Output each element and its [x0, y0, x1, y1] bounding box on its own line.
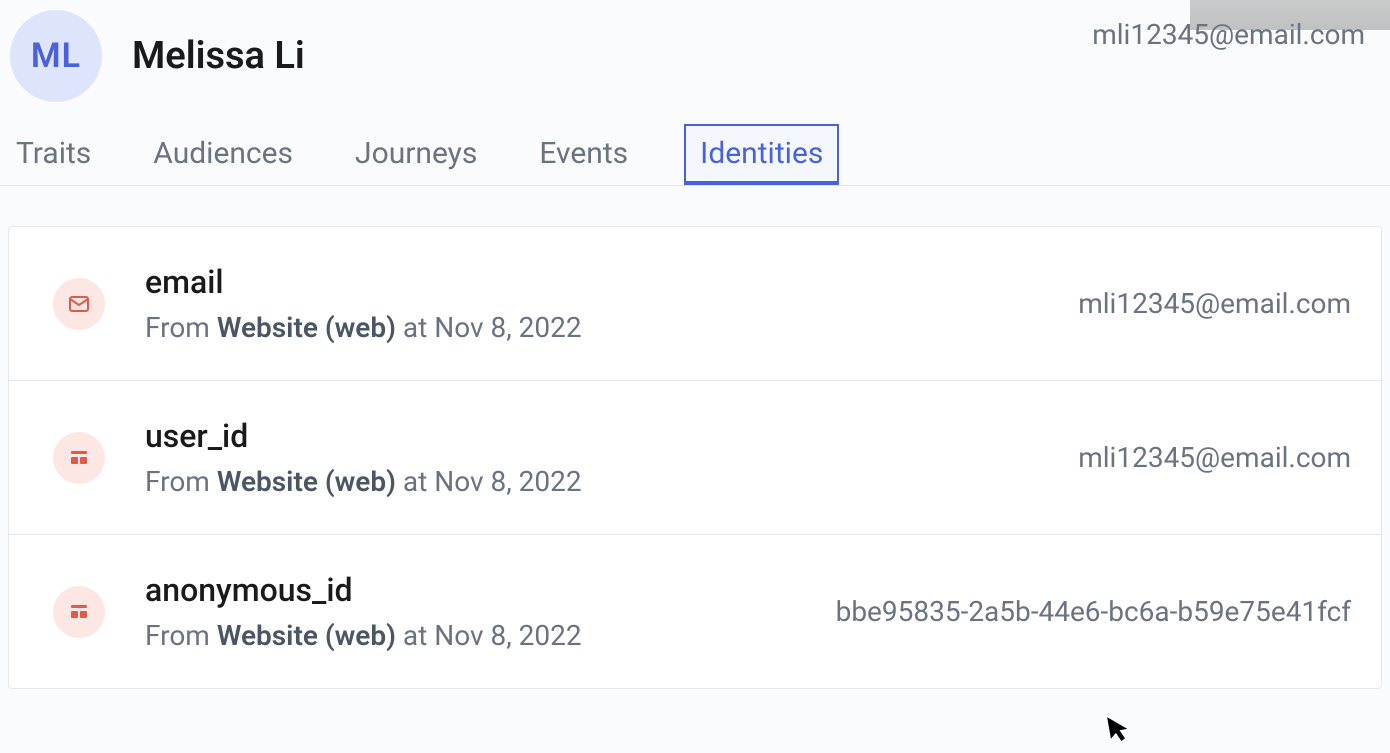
- identity-source-prefix: From: [145, 465, 217, 498]
- tab-journeys[interactable]: Journeys: [349, 122, 483, 185]
- tab-audiences[interactable]: Audiences: [147, 122, 299, 185]
- email-icon: [53, 278, 105, 330]
- cursor-icon: [1107, 713, 1135, 752]
- identity-source-suffix: at Nov 8, 2022: [396, 311, 582, 344]
- identity-row-email[interactable]: email From Website (web) at Nov 8, 2022 …: [9, 227, 1381, 381]
- identity-source-name: Website (web): [217, 465, 396, 498]
- avatar: ML: [10, 10, 102, 102]
- identity-value: mli12345@email.com: [1078, 287, 1351, 320]
- identity-title: user_id: [145, 417, 1078, 455]
- identity-source-suffix: at Nov 8, 2022: [396, 619, 582, 652]
- identity-source-name: Website (web): [217, 311, 396, 344]
- profile-email: mli12345@email.com: [1092, 18, 1365, 51]
- tab-traits[interactable]: Traits: [10, 122, 97, 185]
- identity-source-name: Website (web): [217, 619, 396, 652]
- identity-value: mli12345@email.com: [1078, 441, 1351, 474]
- identity-source-prefix: From: [145, 311, 217, 344]
- identity-main: user_id From Website (web) at Nov 8, 202…: [145, 417, 1078, 498]
- identity-main: anonymous_id From Website (web) at Nov 8…: [145, 571, 836, 652]
- identity-value: bbe95835-2a5b-44e6-bc6a-b59e75e41fcf: [836, 595, 1351, 628]
- identity-row-anonymous-id[interactable]: anonymous_id From Website (web) at Nov 8…: [9, 535, 1381, 688]
- profile-name: Melissa Li: [132, 34, 305, 78]
- identity-title: email: [145, 263, 1078, 301]
- identity-source-prefix: From: [145, 619, 217, 652]
- identity-source: From Website (web) at Nov 8, 2022: [145, 465, 1078, 498]
- identity-row-user-id[interactable]: user_id From Website (web) at Nov 8, 202…: [9, 381, 1381, 535]
- id-icon: [53, 586, 105, 638]
- identity-source: From Website (web) at Nov 8, 2022: [145, 311, 1078, 344]
- identity-main: email From Website (web) at Nov 8, 2022: [145, 263, 1078, 344]
- identity-list: email From Website (web) at Nov 8, 2022 …: [8, 226, 1382, 689]
- tabs-bar: Traits Audiences Journeys Events Identit…: [0, 122, 1390, 186]
- identity-source-suffix: at Nov 8, 2022: [396, 465, 582, 498]
- identity-source: From Website (web) at Nov 8, 2022: [145, 619, 836, 652]
- tab-identities[interactable]: Identities: [684, 124, 839, 185]
- profile-header: ML Melissa Li mli12345@email.com: [0, 0, 1390, 122]
- tab-events[interactable]: Events: [533, 122, 634, 185]
- id-icon: [53, 432, 105, 484]
- identity-title: anonymous_id: [145, 571, 836, 609]
